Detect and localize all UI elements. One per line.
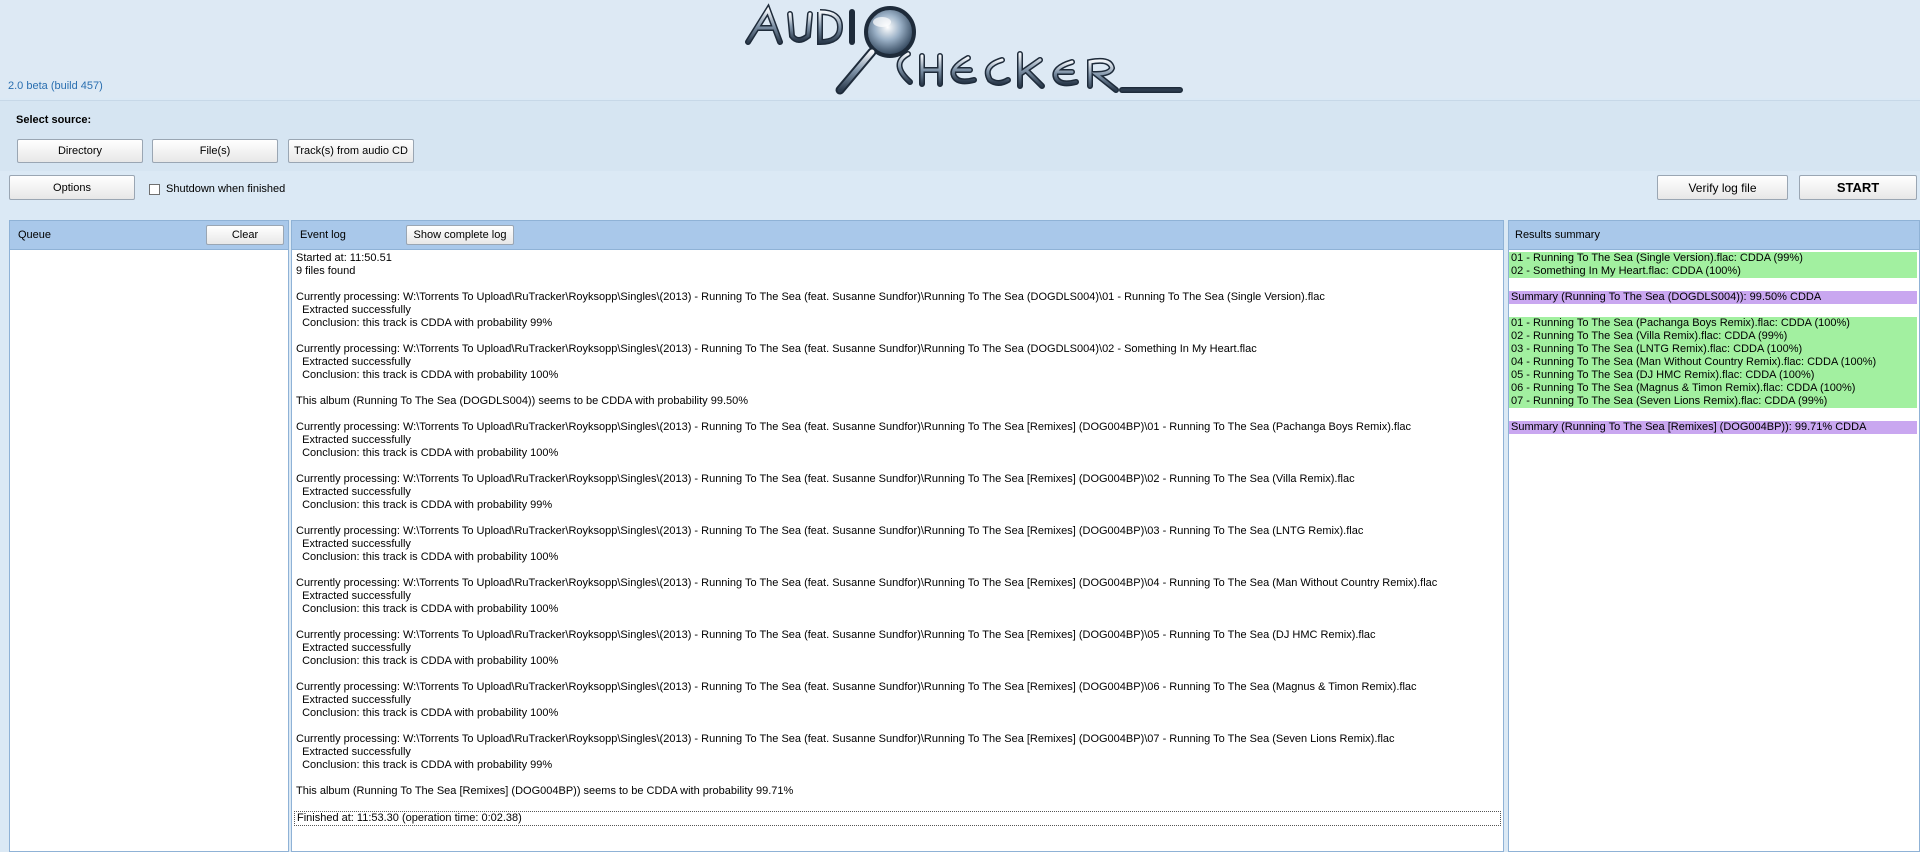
event-log-line — [292, 460, 1503, 473]
event-log-line: Currently processing: W:\Torrents To Upl… — [296, 343, 1257, 355]
event-log-line: This album (Running To The Sea [Remixes]… — [296, 785, 794, 797]
event-log-line — [292, 512, 1503, 525]
shutdown-checkbox-row[interactable]: Shutdown when finished — [149, 183, 285, 195]
event-log-line: Conclusion: this track is CDDA with prob… — [296, 369, 559, 381]
show-complete-log-button[interactable]: Show complete log — [406, 225, 514, 245]
event-log-line: Currently processing: W:\Torrents To Upl… — [296, 629, 1376, 641]
event-log-line — [292, 278, 1503, 291]
files-button[interactable]: File(s) — [152, 139, 278, 163]
event-log-line: Extracted successfully — [296, 538, 411, 550]
queue-header: Queue Clear — [10, 221, 288, 250]
event-log-line: Conclusion: this track is CDDA with prob… — [296, 655, 559, 667]
event-log-line — [292, 564, 1503, 577]
result-row: 05 - Running To The Sea (DJ HMC Remix).f… — [1509, 369, 1917, 382]
app-header: 2.0 beta (build 457) — [0, 0, 1920, 98]
event-log-line: Conclusion: this track is CDDA with prob… — [296, 707, 559, 719]
result-row — [1509, 304, 1917, 317]
result-row: 02 - Something In My Heart.flac: CDDA (1… — [1509, 265, 1917, 278]
event-log-line: Currently processing: W:\Torrents To Upl… — [296, 577, 1438, 589]
verify-log-button[interactable]: Verify log file — [1657, 175, 1788, 200]
result-row: 02 - Running To The Sea (Villa Remix).fl… — [1509, 330, 1917, 343]
queue-list[interactable] — [10, 251, 288, 851]
shutdown-checkbox[interactable] — [149, 183, 160, 195]
event-log-line: Extracted successfully — [296, 434, 411, 446]
results-summary-title: Results summary — [1515, 229, 1600, 241]
event-log-line: Extracted successfully — [296, 746, 411, 758]
result-row: 03 - Running To The Sea (LNTG Remix).fla… — [1509, 343, 1917, 356]
event-log-line: Currently processing: W:\Torrents To Upl… — [296, 291, 1325, 303]
results-summary-header: Results summary — [1509, 221, 1919, 250]
event-log-line: Conclusion: this track is CDDA with prob… — [296, 759, 553, 771]
event-log-line: Currently processing: W:\Torrents To Upl… — [296, 681, 1417, 693]
event-log-line: Extracted successfully — [296, 486, 411, 498]
event-log-line — [292, 798, 1503, 811]
event-log-line: Finished at: 11:53.30 (operation time: 0… — [294, 811, 1501, 826]
album-summary-row: Summary (Running To The Sea [Remixes] (D… — [1509, 421, 1917, 434]
result-row: 07 - Running To The Sea (Seven Lions Rem… — [1509, 395, 1917, 408]
event-log-line: Extracted successfully — [296, 304, 411, 316]
source-panel: Select source: Directory File(s) Track(s… — [0, 100, 1920, 171]
options-button[interactable]: Options — [9, 175, 135, 200]
event-log-line: Extracted successfully — [296, 590, 411, 602]
album-summary-row: Summary (Running To The Sea (DOGDLS004))… — [1509, 291, 1917, 304]
event-log-line: Conclusion: this track is CDDA with prob… — [296, 317, 553, 329]
event-log-line: Conclusion: this track is CDDA with prob… — [296, 603, 559, 615]
event-log-line: Currently processing: W:\Torrents To Upl… — [296, 733, 1395, 745]
result-row: 01 - Running To The Sea (Pachanga Boys R… — [1509, 317, 1917, 330]
result-row: 01 - Running To The Sea (Single Version)… — [1509, 252, 1917, 265]
options-row: Options Shutdown when finished Verify lo… — [0, 172, 1920, 218]
queue-title: Queue — [18, 229, 52, 241]
event-log-line: Conclusion: this track is CDDA with prob… — [296, 551, 559, 563]
event-log-line: Started at: 11:50.51 — [296, 252, 392, 264]
event-log-line — [292, 668, 1503, 681]
results-summary-panel: Results summary 01 - Running To The Sea … — [1508, 220, 1920, 852]
event-log-title: Event log — [300, 229, 346, 241]
clear-queue-button[interactable]: Clear — [206, 225, 284, 245]
event-log-line: Conclusion: this track is CDDA with prob… — [296, 447, 559, 459]
audio-cd-button[interactable]: Track(s) from audio CD — [288, 139, 414, 163]
event-log-header: Event log Show complete log — [292, 221, 1503, 250]
event-log-line: Conclusion: this track is CDDA with prob… — [296, 499, 553, 511]
start-button[interactable]: START — [1799, 175, 1917, 200]
select-source-label: Select source: — [16, 114, 92, 126]
event-log-line: Extracted successfully — [296, 694, 411, 706]
result-row — [1509, 408, 1917, 421]
results-summary-list[interactable]: 01 - Running To The Sea (Single Version)… — [1509, 250, 1919, 434]
event-log-line: 9 files found — [296, 265, 356, 277]
event-log-line — [292, 408, 1503, 421]
audio-checker-logo — [740, 2, 1190, 98]
event-log-line — [292, 330, 1503, 343]
event-log-line: This album (Running To The Sea (DOGDLS00… — [296, 395, 749, 407]
event-log-line: Currently processing: W:\Torrents To Upl… — [296, 525, 1364, 537]
result-row: 06 - Running To The Sea (Magnus & Timon … — [1509, 382, 1917, 395]
result-row: 04 - Running To The Sea (Man Without Cou… — [1509, 356, 1917, 369]
shutdown-label: Shutdown when finished — [166, 183, 286, 195]
event-log-line — [292, 616, 1503, 629]
queue-panel: Queue Clear — [9, 220, 289, 852]
event-log-line — [292, 382, 1503, 395]
result-row — [1509, 278, 1917, 291]
event-log-line: Extracted successfully — [296, 642, 411, 654]
event-log-line: Currently processing: W:\Torrents To Upl… — [296, 473, 1355, 485]
event-log-text[interactable]: Started at: 11:50.51 9 files found Current… — [292, 250, 1503, 826]
event-log-line: Currently processing: W:\Torrents To Upl… — [296, 421, 1412, 433]
directory-button[interactable]: Directory — [17, 139, 143, 163]
event-log-line: Extracted successfully — [296, 356, 411, 368]
event-log-line — [292, 772, 1503, 785]
event-log-panel: Event log Show complete log Started at: … — [291, 220, 1504, 852]
event-log-line — [292, 720, 1503, 733]
version-label: 2.0 beta (build 457) — [8, 80, 103, 92]
